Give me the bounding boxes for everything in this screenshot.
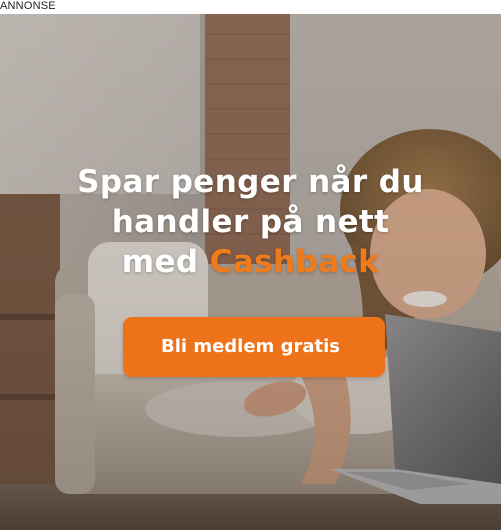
headline-line-3: med Cashback [0, 242, 501, 282]
join-free-button[interactable]: Bli medlem gratis [123, 317, 385, 377]
headline: Spar penger når du handler på nett med C… [0, 162, 501, 282]
headline-line-2: handler på nett [111, 204, 390, 240]
headline-accent-word: Cashback [209, 244, 380, 280]
ad-label: ANNONSE [0, 0, 501, 14]
headline-line-1: Spar penger når du [77, 164, 424, 200]
headline-line-3-prefix: med [121, 244, 210, 280]
ad-banner[interactable]: Spar penger når du handler på nett med C… [0, 14, 501, 530]
